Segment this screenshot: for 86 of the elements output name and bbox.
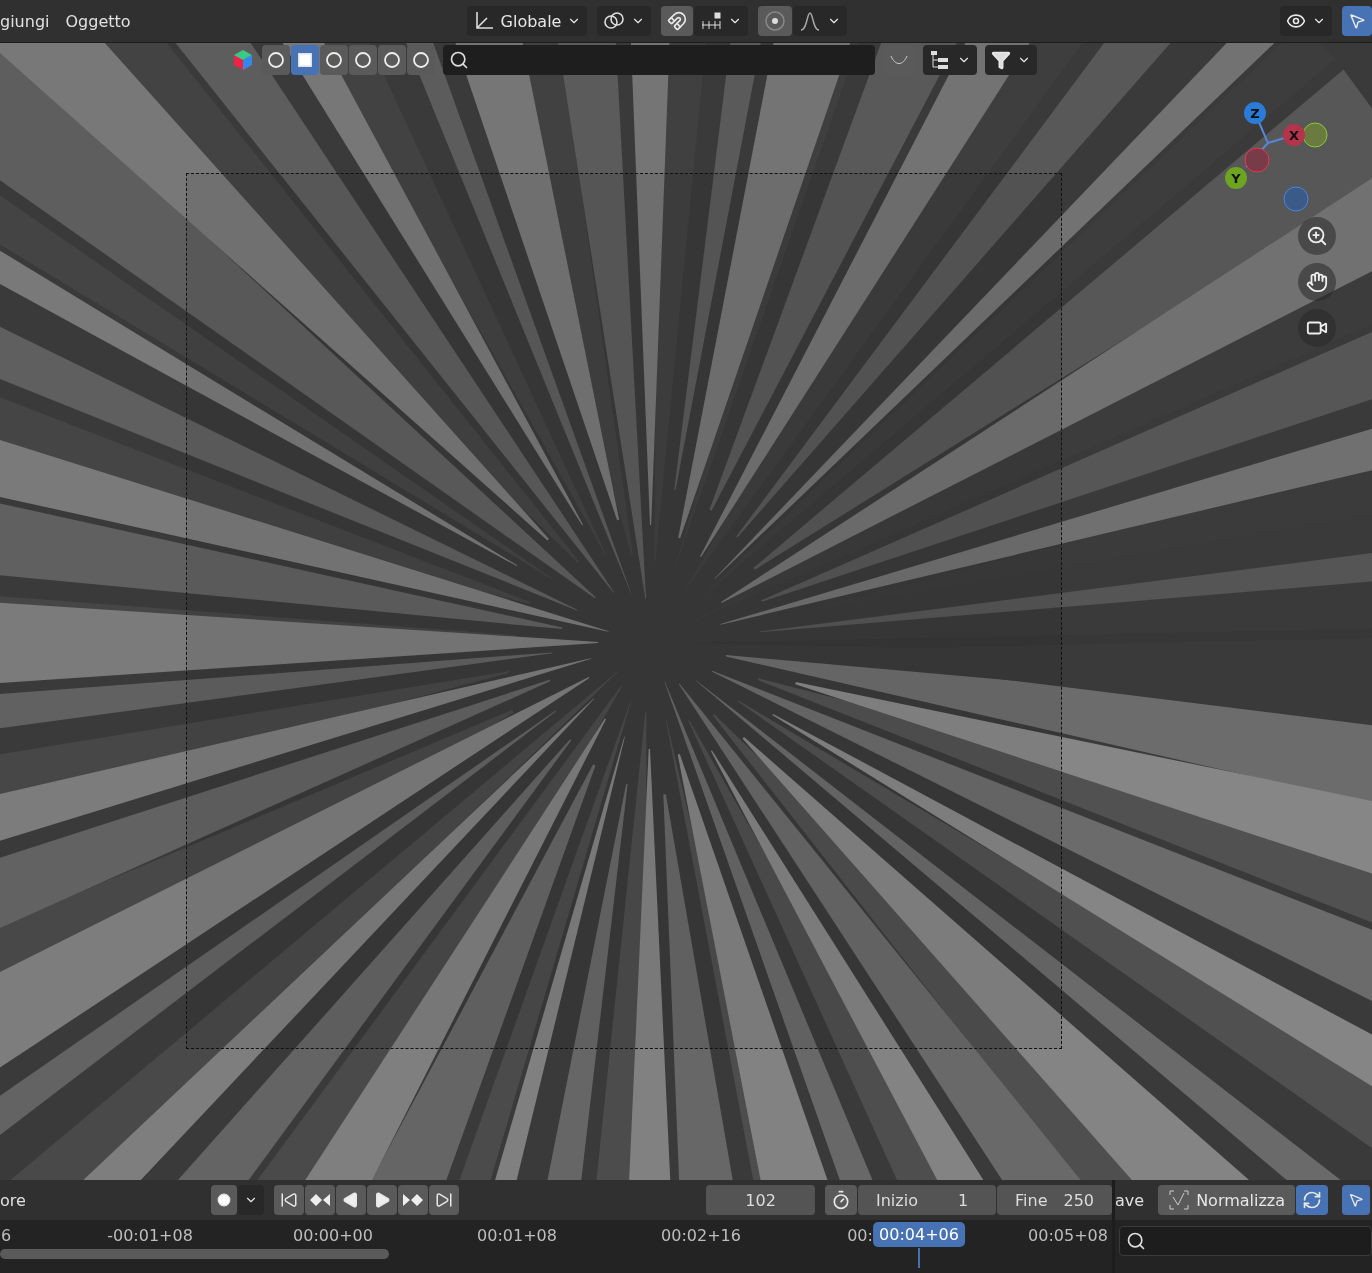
field-label: Fine	[1015, 1190, 1048, 1210]
search-icon	[1126, 1231, 1146, 1251]
normalize-button[interactable]: Normalizza	[1158, 1185, 1296, 1215]
eye-icon	[1286, 11, 1306, 31]
axis-handle[interactable]: Y	[1225, 167, 1247, 189]
filter-icon	[411, 50, 431, 70]
select-tool-button[interactable]	[1342, 1185, 1371, 1215]
scrollbar-thumb[interactable]	[0, 1249, 390, 1259]
snap-toggle[interactable]	[661, 6, 694, 36]
orientation-dropdown[interactable]: Globale	[466, 6, 588, 36]
filter-icon	[353, 50, 373, 70]
target-icon	[764, 10, 787, 32]
start-frame-field[interactable]: Inizio 1	[858, 1185, 996, 1215]
time-label: 00:01+08	[477, 1226, 557, 1245]
zoom-button[interactable]	[1298, 217, 1336, 255]
gizmo-toggle[interactable]	[1342, 6, 1372, 36]
playback-button[interactable]	[336, 1185, 367, 1215]
playback-button[interactable]	[367, 1185, 398, 1215]
record-icon	[217, 1193, 232, 1207]
tree-icon	[929, 49, 951, 71]
filter-toggle[interactable]	[349, 45, 377, 75]
arc-icon	[889, 53, 909, 67]
proportional-toggle[interactable]	[758, 6, 793, 36]
end-frame-field[interactable]: Fine 250	[997, 1185, 1112, 1215]
camera-button[interactable]	[1298, 309, 1336, 347]
filter-toggle[interactable]	[407, 45, 435, 75]
playback-icon	[280, 1191, 299, 1209]
filter-toggle[interactable]	[262, 45, 290, 75]
refresh-icon	[1302, 1190, 1323, 1210]
pan-button[interactable]	[1298, 263, 1336, 301]
field-label: Inizio	[876, 1190, 918, 1210]
sync-toggle[interactable]	[1296, 1185, 1329, 1215]
pivot-dropdown[interactable]	[597, 6, 652, 36]
time-label: 00:05+08	[1028, 1226, 1108, 1245]
pointer-icon	[1348, 12, 1366, 30]
zoom-icon	[1306, 225, 1328, 247]
filter-toggle[interactable]	[320, 45, 348, 75]
menu-item[interactable]: giungi	[0, 11, 50, 31]
filter-toggle[interactable]	[291, 45, 319, 75]
menu-item[interactable]: ave	[1115, 1190, 1145, 1210]
time-label: -00:01+08	[107, 1226, 193, 1245]
search-icon	[449, 50, 469, 70]
color-cube-icon	[232, 49, 254, 71]
current-time-marker[interactable]: 00:04+06	[873, 1222, 965, 1247]
field-value: 250	[1063, 1190, 1094, 1210]
funnel-icon	[991, 50, 1011, 70]
playback-icon	[402, 1193, 425, 1207]
search-field[interactable]	[443, 45, 875, 75]
pivot-icon	[603, 10, 626, 32]
visibility-dropdown[interactable]	[1280, 6, 1332, 36]
axis-handle[interactable]: Z	[1244, 102, 1266, 124]
record-toggle[interactable]	[211, 1185, 238, 1215]
playback-icon	[309, 1193, 332, 1207]
curve-icon	[799, 10, 822, 32]
hierarchy-dropdown[interactable]	[923, 45, 977, 75]
axis-handle[interactable]: X	[1283, 124, 1305, 146]
frame-field[interactable]: 102	[706, 1185, 815, 1215]
filter-dropdown[interactable]	[985, 45, 1037, 75]
playback-icon	[435, 1191, 454, 1209]
filter-icon	[324, 50, 344, 70]
magnet-icon	[667, 11, 688, 31]
filter-icon	[295, 50, 315, 70]
normalize-icon	[1168, 1189, 1191, 1211]
time-label: 00:02+16	[661, 1226, 741, 1245]
timer-button[interactable]	[825, 1185, 857, 1215]
increment-icon	[700, 11, 723, 31]
playback-button[interactable]	[305, 1185, 336, 1215]
time-label: 00:	[847, 1226, 873, 1245]
search-field[interactable]	[1119, 1226, 1372, 1256]
stopwatch-icon	[831, 1190, 851, 1210]
playback-button[interactable]	[398, 1185, 429, 1215]
filter-icon	[266, 50, 286, 70]
menu-item[interactable]: Oggetto	[59, 11, 137, 31]
hand-icon	[1306, 271, 1328, 293]
playback-button[interactable]	[429, 1185, 460, 1215]
time-label: 00:00+00	[293, 1226, 373, 1245]
playback-button[interactable]	[274, 1185, 305, 1215]
time-label: 6	[0, 1226, 12, 1245]
filter-toggle[interactable]	[378, 45, 406, 75]
pointer-icon	[1348, 1192, 1365, 1208]
field-value: 1	[957, 1190, 969, 1210]
menu-item[interactable]: ore	[0, 1190, 26, 1210]
snap-dropdown[interactable]	[694, 6, 749, 36]
falloff-dropdown[interactable]	[793, 6, 848, 36]
filter-icon	[382, 50, 402, 70]
playback-icon	[373, 1191, 392, 1209]
